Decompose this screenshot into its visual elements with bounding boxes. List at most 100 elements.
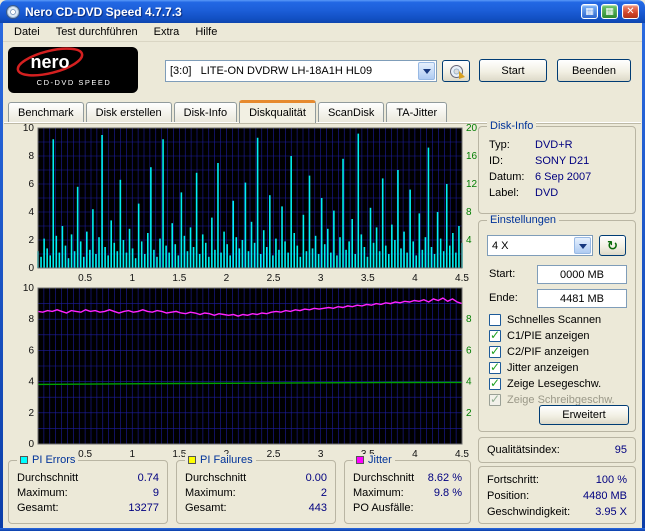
stat-label: Gesamt: — [185, 502, 227, 514]
start-position-input[interactable] — [537, 265, 627, 284]
titlebar[interactable]: Nero CD-DVD Speed 4.7.7.3 — [0, 0, 645, 23]
pi-errors-color-swatch — [20, 456, 28, 464]
logo-subtitle-text: CD-DVD SPEED — [37, 78, 112, 87]
checkbox-schnelles-scannen[interactable]: Schnelles Scannen — [489, 313, 601, 327]
speed-select[interactable]: 4 X — [487, 235, 593, 256]
start-button[interactable]: Start — [479, 59, 547, 82]
checkbox-c1-pie-anzeigen[interactable]: C1/PIE anzeigen — [489, 328, 590, 343]
drive-info-button[interactable] — [442, 60, 470, 82]
svg-text:0.5: 0.5 — [78, 273, 92, 284]
app-icon — [6, 4, 20, 19]
stat-label: Maximum: — [17, 487, 68, 499]
stat-value: 13277 — [128, 502, 159, 514]
checkbox-jitter-anzeigen[interactable]: Jitter anzeigen — [489, 360, 579, 375]
app-window: Nero CD-DVD Speed 4.7.7.3 Datei Test dur… — [0, 0, 645, 531]
settings-panel: Einstellungen 4 X Start: Ende: Schnelles… — [478, 214, 636, 432]
jitter-title: Jitter — [368, 454, 392, 466]
position-value: 4480 MB — [582, 490, 627, 502]
checkbox-zeige-lesegeschw[interactable]: Zeige Lesegeschw. — [489, 376, 601, 391]
stat-label: Durchschnitt — [353, 472, 415, 484]
svg-text:2: 2 — [466, 408, 472, 419]
start-position-label: Start: — [489, 268, 516, 280]
speed-value: 3.95 X — [595, 506, 627, 518]
end-position-label: Ende: — [489, 292, 518, 304]
settings-title: Einstellungen — [487, 214, 560, 226]
checkbox-c2-pif-anzeigen[interactable]: C2/PIF anzeigen — [489, 344, 589, 359]
minimize-button[interactable] — [581, 4, 598, 19]
svg-text:3: 3 — [318, 449, 324, 460]
quality-index-label: Qualitätsindex: — [487, 444, 560, 456]
checkbox-box — [489, 376, 501, 390]
tab-benchmark[interactable]: Benchmark — [8, 102, 84, 122]
drive-select[interactable]: [3:0] LITE-ON DVDRW LH-18A1H HL09 — [165, 60, 437, 82]
jitter-chart: 108642086420.511.522.533.544.5 — [23, 284, 472, 460]
stat-label: Durchschnitt — [185, 472, 247, 484]
disk-label-label: Label: — [489, 187, 519, 199]
menu-datei[interactable]: Datei — [6, 24, 48, 40]
tab-disk-erstellen[interactable]: Disk erstellen — [85, 102, 172, 122]
svg-text:6: 6 — [28, 345, 34, 356]
tab-disk-info[interactable]: Disk-Info — [173, 102, 238, 122]
svg-text:10: 10 — [23, 124, 35, 134]
svg-text:4: 4 — [466, 377, 472, 388]
jitter-panel: Jitter Durchschnitt 8.62 % Maximum: 9.8 % … — [344, 454, 471, 524]
stat-label: PO Ausfälle: — [353, 502, 414, 514]
checkbox-box — [489, 392, 501, 406]
checkbox-box — [489, 344, 501, 358]
progress-value: 100 % — [595, 474, 627, 486]
menu-extra[interactable]: Extra — [146, 24, 188, 40]
chevron-down-icon[interactable] — [574, 237, 591, 254]
menu-test-durchfuehren[interactable]: Test durchführen — [48, 24, 146, 40]
close-button[interactable] — [622, 4, 639, 19]
pi-errors-title: PI Errors — [32, 454, 76, 466]
pi-failures-panel: PI Failures Durchschnitt 0.00 Maximum: 2 G… — [176, 454, 336, 524]
svg-text:8: 8 — [466, 207, 472, 218]
checkbox-label: Schnelles Scannen — [507, 314, 602, 326]
disk-info-title: Disk-Info — [487, 120, 537, 132]
end-position-input[interactable] — [537, 289, 627, 308]
disk-label-value: DVD — [535, 187, 559, 199]
jitter-color-swatch — [356, 456, 364, 464]
disk-id-label: ID: — [489, 155, 504, 167]
stat-value: 8.62 % — [427, 472, 462, 484]
disk-type-label: Typ: — [489, 139, 510, 151]
stat-value: 9 — [152, 487, 159, 499]
chevron-down-icon[interactable] — [418, 62, 435, 80]
svg-text:8: 8 — [28, 151, 34, 162]
checkbox-label: C2/PIF anzeigen — [507, 346, 589, 358]
nero-logo: nero CD-DVD SPEED — [8, 47, 138, 93]
quality-index-panel: Qualitätsindex: 95 — [478, 437, 636, 463]
advanced-button[interactable]: Erweitert — [539, 405, 629, 425]
svg-text:2: 2 — [28, 235, 34, 246]
svg-text:16: 16 — [466, 151, 478, 162]
menu-hilfe[interactable]: Hilfe — [187, 24, 225, 40]
tab-diskqualitaet[interactable]: Diskqualität — [239, 100, 316, 123]
svg-text:4: 4 — [28, 377, 34, 388]
tab-ta-jitter[interactable]: TA-Jitter — [386, 102, 448, 122]
checkbox-label: C1/PIE anzeigen — [507, 330, 590, 342]
svg-text:6: 6 — [466, 345, 472, 356]
refresh-button[interactable] — [599, 235, 626, 256]
tab-scandisk[interactable]: ScanDisk — [317, 102, 385, 122]
stat-value: 443 — [308, 502, 327, 514]
menu-bar: Datei Test durchführen Extra Hilfe — [3, 23, 642, 42]
quit-button[interactable]: Beenden — [557, 59, 631, 82]
quality-index-value: 95 — [614, 444, 627, 456]
disk-info-panel: Disk-Info Typ: DVD+R ID: SONY D21 Datum:… — [478, 120, 636, 214]
svg-text:4.5: 4.5 — [455, 449, 469, 460]
svg-text:4: 4 — [466, 235, 472, 246]
maximize-button[interactable] — [601, 4, 618, 19]
checkbox-label: Jitter anzeigen — [507, 362, 579, 374]
svg-text:4: 4 — [412, 449, 418, 460]
svg-text:1: 1 — [129, 273, 135, 284]
svg-text:2: 2 — [28, 408, 34, 419]
svg-text:10: 10 — [23, 284, 35, 294]
logo-nero-text: nero — [30, 52, 69, 72]
svg-text:8: 8 — [466, 314, 472, 325]
speed-label: Geschwindigkeit: — [487, 506, 571, 518]
stat-value: 9.8 % — [433, 487, 462, 499]
svg-text:1: 1 — [129, 449, 135, 460]
svg-text:20: 20 — [466, 124, 478, 134]
disc-hand-icon — [449, 64, 465, 79]
checkbox-box — [489, 314, 501, 326]
